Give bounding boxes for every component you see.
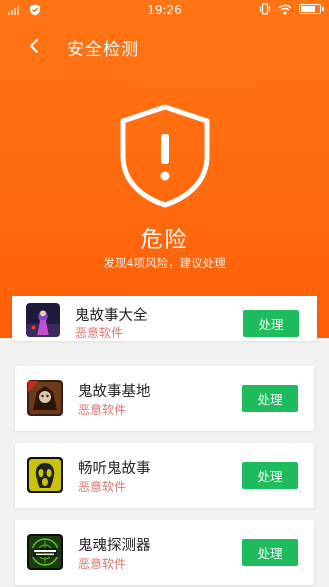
handle-button[interactable]: 处理 [242,385,298,412]
shield-alert-icon [120,104,210,208]
handle-button[interactable]: 处理 [242,539,298,566]
app-name: 鬼故事大全 [75,308,148,324]
battery-icon [299,4,324,14]
list-item[interactable]: 鬼故事基地 恶意软件 处理 [15,366,314,431]
handle-button[interactable]: 处理 [243,310,299,337]
risk-summary: 发现4项风险，建议处理 [103,256,226,270]
back-button[interactable] [20,32,48,60]
ghost-stories-app-icon [26,303,60,337]
list-item[interactable]: 鬼故事大全 恶意软件 处理 [12,296,317,341]
page-title: 安全检测 [67,40,139,60]
list-item[interactable]: 畅听鬼故事 恶意软件 处理 [15,443,314,508]
listen-ghost-stories-app-icon [27,457,63,493]
wifi-icon [278,4,292,14]
ghost-story-base-app-icon [27,380,63,416]
app-tag: 恶意软件 [78,403,127,417]
ghost-observer-app-icon [27,534,63,570]
app-tag: 恶意软件 [75,326,124,340]
vibrate-icon [259,3,271,15]
app-name: 畅听鬼故事 [78,461,151,477]
handle-button[interactable]: 处理 [242,462,298,489]
app-bar: 安全检测 [0,26,329,66]
app-name: 鬼故事基地 [78,384,151,400]
chevron-left-icon [30,39,38,53]
app-tag: 恶意软件 [78,557,127,571]
app-tag: 恶意软件 [78,480,127,494]
status-bar: 19:26 [0,0,329,20]
risk-level: 危险 [140,228,189,253]
list-item[interactable]: 鬼魂探测器 恶意软件 处理 [15,520,314,585]
app-name: 鬼魂探测器 [78,538,151,554]
